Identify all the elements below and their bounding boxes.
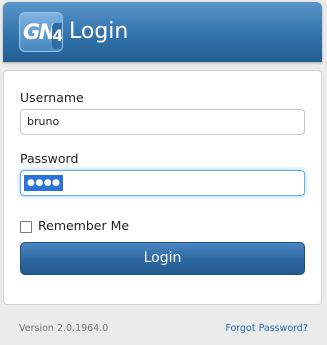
username-input[interactable]: bruno bbox=[20, 109, 305, 135]
gn4-logo-icon: GN 4 bbox=[19, 12, 63, 52]
remember-me-label[interactable]: Remember Me bbox=[38, 217, 129, 235]
logo-text: GN bbox=[23, 20, 56, 44]
login-panel: Username bruno Password ●●●● Remember Me… bbox=[3, 70, 322, 305]
remember-me-checkbox[interactable] bbox=[20, 221, 32, 233]
password-mask: ●●●● bbox=[24, 175, 64, 191]
username-label: Username bbox=[20, 90, 84, 105]
logo-number: 4 bbox=[52, 23, 62, 49]
password-input[interactable]: ●●●● bbox=[20, 170, 305, 196]
version-text: Version 2.0.1964.0 bbox=[19, 323, 109, 334]
password-label: Password bbox=[20, 151, 79, 166]
login-button[interactable]: Login bbox=[20, 242, 305, 275]
page-title: Login bbox=[69, 19, 129, 44]
forgot-password-link[interactable]: Forgot Password? bbox=[225, 322, 308, 336]
login-header: GN 4 Login bbox=[3, 2, 322, 62]
